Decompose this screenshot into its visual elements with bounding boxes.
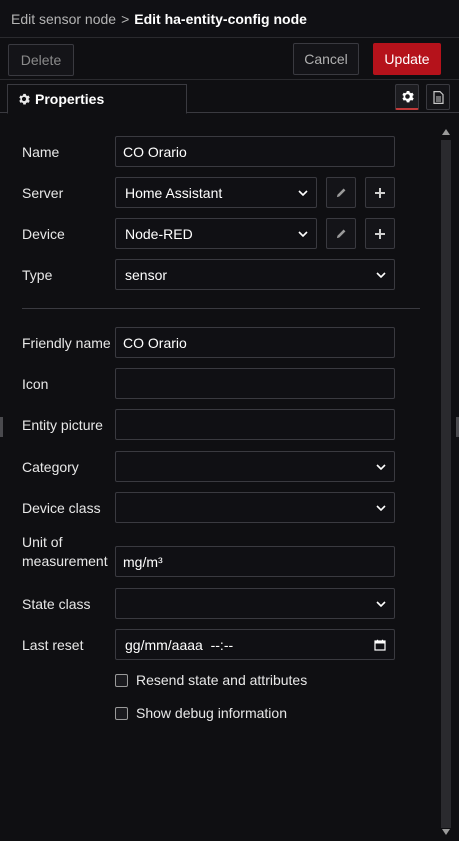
- chevron-down-icon: [298, 189, 308, 196]
- add-device-button[interactable]: [365, 218, 395, 249]
- category-select[interactable]: [115, 451, 395, 482]
- unit-label-line2: measurement: [22, 553, 108, 569]
- device-class-select[interactable]: [115, 492, 395, 523]
- entity-picture-label: Entity picture: [22, 417, 103, 433]
- icon-label: Icon: [22, 376, 49, 392]
- gear-icon: [19, 93, 30, 105]
- device-class-label: Device class: [22, 500, 101, 516]
- scroll-up-arrow[interactable]: [440, 126, 452, 138]
- tab-properties[interactable]: Properties: [7, 84, 187, 114]
- name-label: Name: [22, 144, 60, 160]
- pencil-icon: [336, 188, 345, 198]
- name-input[interactable]: CO Orario: [115, 136, 395, 167]
- type-select[interactable]: sensor: [115, 259, 395, 290]
- entity-picture-input[interactable]: [115, 409, 395, 440]
- last-reset-value: gg/mm/aaaa --:--: [125, 636, 234, 653]
- scrollbar[interactable]: [440, 126, 452, 841]
- tab-properties-label: Properties: [35, 91, 105, 107]
- calendar-icon: [374, 639, 386, 651]
- breadcrumb-previous[interactable]: Edit sensor node: [11, 11, 116, 27]
- state-class-select[interactable]: [115, 588, 395, 619]
- show-debug-label: Show debug information: [136, 705, 287, 721]
- breadcrumb-separator: >: [121, 10, 130, 27]
- unit-label-line1: Unit of: [22, 534, 63, 550]
- friendly-name-input[interactable]: CO Orario: [115, 327, 395, 358]
- name-value: CO Orario: [123, 143, 187, 160]
- resend-state-label: Resend state and attributes: [136, 672, 308, 688]
- gear-icon: [401, 90, 414, 103]
- show-debug-checkbox[interactable]: [115, 706, 128, 720]
- document-icon: [432, 90, 444, 104]
- left-resize-handle[interactable]: [0, 417, 3, 437]
- chevron-down-icon: [376, 600, 386, 607]
- section-divider: [22, 308, 420, 309]
- chevron-down-icon: [376, 271, 386, 278]
- tab-node-properties[interactable]: [395, 84, 419, 110]
- device-value: Node-RED: [125, 225, 193, 242]
- icon-input[interactable]: [115, 368, 395, 399]
- edit-device-button[interactable]: [326, 218, 356, 249]
- friendly-name-label: Friendly name: [22, 335, 111, 351]
- breadcrumb-current: Edit ha-entity-config node: [134, 10, 307, 27]
- unit-value: mg/m³: [123, 553, 163, 570]
- update-button[interactable]: Update: [373, 43, 441, 75]
- state-class-label: State class: [22, 596, 91, 612]
- cancel-button[interactable]: Cancel: [293, 43, 359, 75]
- tab-description[interactable]: [426, 84, 450, 110]
- chevron-down-icon: [376, 463, 386, 470]
- toolbar: Delete Cancel Update: [0, 38, 459, 80]
- last-reset-input[interactable]: gg/mm/aaaa --:--: [115, 629, 395, 660]
- scroll-thumb[interactable]: [441, 140, 451, 828]
- triangle-down-icon: [442, 829, 450, 835]
- resend-state-checkbox[interactable]: [115, 673, 128, 687]
- tab-bar: Properties: [0, 80, 459, 114]
- triangle-up-icon: [442, 129, 450, 135]
- show-debug-option[interactable]: Show debug information: [115, 705, 287, 721]
- chevron-down-icon: [376, 504, 386, 511]
- add-server-button[interactable]: [365, 177, 395, 208]
- edit-server-button[interactable]: [326, 177, 356, 208]
- type-label: Type: [22, 267, 53, 283]
- server-select[interactable]: Home Assistant: [115, 177, 317, 208]
- server-value: Home Assistant: [125, 184, 223, 201]
- device-select[interactable]: Node-RED: [115, 218, 317, 249]
- chevron-down-icon: [298, 230, 308, 237]
- plus-icon: [375, 228, 385, 239]
- friendly-name-value: CO Orario: [123, 334, 187, 351]
- device-label: Device: [22, 226, 65, 242]
- resend-state-option[interactable]: Resend state and attributes: [115, 672, 307, 688]
- scroll-down-arrow[interactable]: [440, 826, 452, 838]
- plus-icon: [375, 187, 385, 198]
- pencil-icon: [336, 229, 345, 239]
- delete-button[interactable]: Delete: [8, 44, 74, 76]
- unit-input[interactable]: mg/m³: [115, 546, 395, 577]
- type-value: sensor: [125, 266, 168, 283]
- breadcrumb: Edit sensor node > Edit ha-entity-config…: [0, 0, 459, 38]
- last-reset-label: Last reset: [22, 637, 84, 653]
- server-label: Server: [22, 185, 64, 201]
- category-label: Category: [22, 459, 79, 475]
